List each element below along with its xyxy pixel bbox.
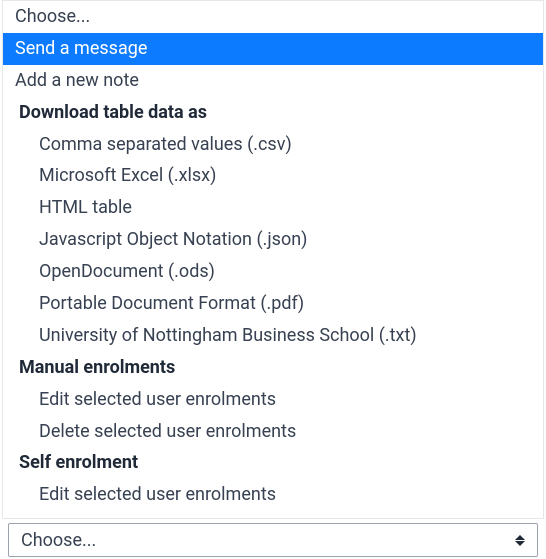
option-csv[interactable]: Comma separated values (.csv) [3,129,543,161]
option-self-edit[interactable]: Edit selected user enrolments [3,479,543,511]
option-add-note[interactable]: Add a new note [3,65,543,97]
option-send-message[interactable]: Send a message [3,33,543,65]
option-pdf[interactable]: Portable Document Format (.pdf) [3,288,543,320]
spinner-icon [515,535,525,546]
group-self-enrolment: Self enrolment [3,447,543,479]
option-xlsx[interactable]: Microsoft Excel (.xlsx) [3,160,543,192]
option-manual-edit[interactable]: Edit selected user enrolments [3,384,543,416]
option-manual-delete[interactable]: Delete selected user enrolments [3,416,543,448]
group-download-table-data: Download table data as [3,97,543,129]
option-html-table[interactable]: HTML table [3,192,543,224]
option-placeholder[interactable]: Choose... [3,1,543,33]
option-json[interactable]: Javascript Object Notation (.json) [3,224,543,256]
option-ods[interactable]: OpenDocument (.ods) [3,256,543,288]
option-txt[interactable]: University of Nottingham Business School… [3,320,543,352]
select-choose[interactable]: Choose... [8,523,538,557]
option-self-delete[interactable]: Delete selected user enrolments [3,511,543,519]
group-manual-enrolments: Manual enrolments [3,352,543,384]
select-value: Choose... [21,530,96,551]
dropdown-list[interactable]: Choose... Send a message Add a new note … [2,0,544,519]
